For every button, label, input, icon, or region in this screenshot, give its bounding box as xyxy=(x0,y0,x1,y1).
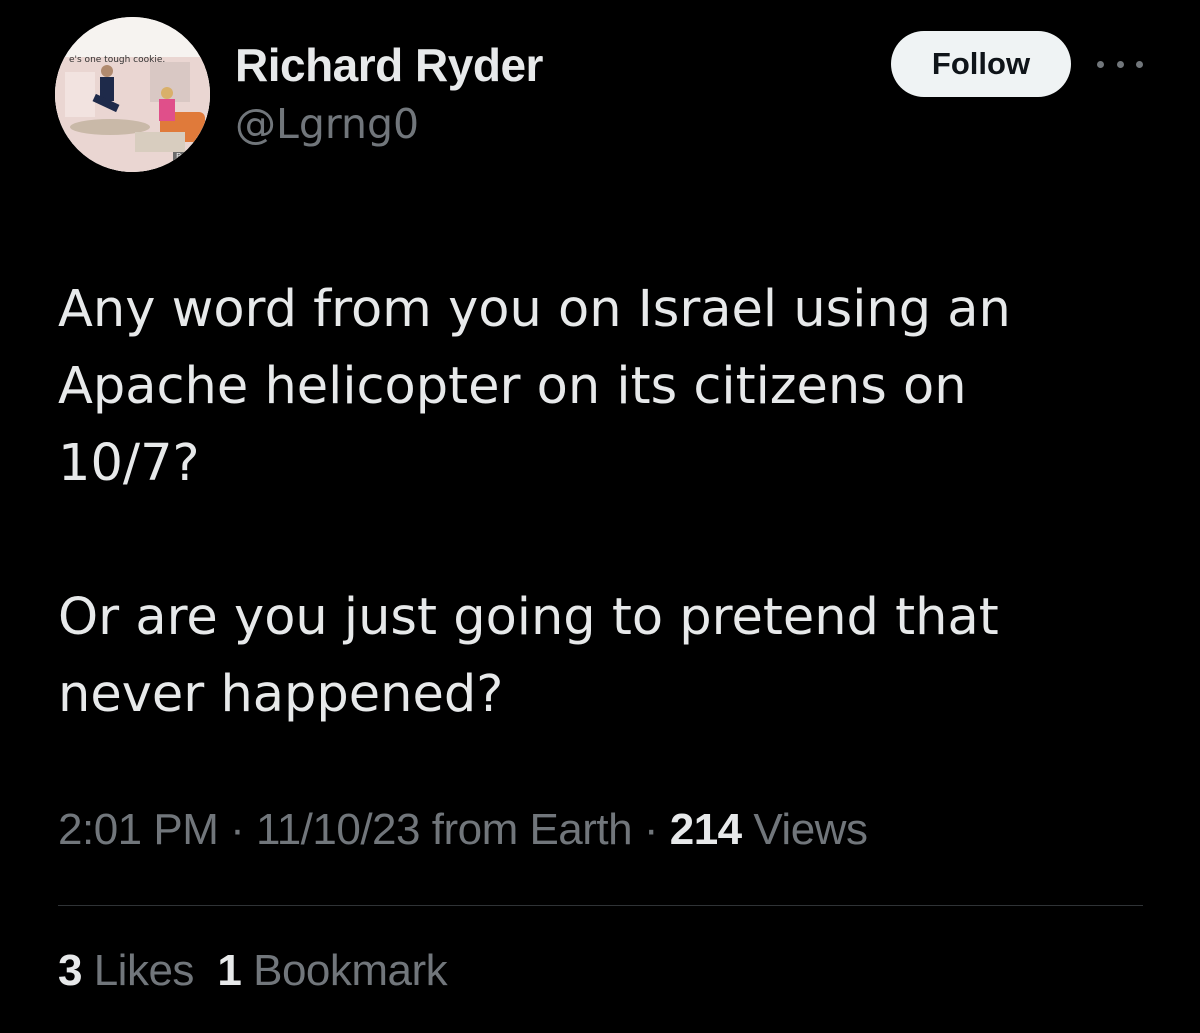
dot-icon xyxy=(1097,60,1104,68)
tweet-source: from Earth xyxy=(420,805,633,854)
avatar[interactable]: e's one tough cookie. BRAZZE xyxy=(55,17,210,172)
views-label: Views xyxy=(741,805,868,854)
avatar-watermark: BRAZZE xyxy=(173,152,210,161)
likes-label: Likes xyxy=(81,946,195,995)
more-horizontal-icon[interactable] xyxy=(1097,46,1143,82)
likes-stat[interactable]: 3 Likes xyxy=(58,946,194,995)
avatar-image xyxy=(55,17,210,172)
tweet-paragraph: Any word from you on Israel using an Apa… xyxy=(58,280,1011,493)
meta-separator: · xyxy=(218,805,256,854)
display-name[interactable]: Richard Ryder xyxy=(235,38,543,92)
user-handle[interactable]: @Lgrng0 xyxy=(235,100,419,148)
avatar-caption: e's one tough cookie. xyxy=(69,55,166,65)
dot-icon xyxy=(1116,60,1124,68)
tweet-detail: e's one tough cookie. BRAZZE Richard Ryd… xyxy=(0,0,1200,1033)
dot-icon xyxy=(1136,60,1143,68)
bookmarks-label: Bookmark xyxy=(241,946,448,995)
tweet-time[interactable]: 2:01 PM xyxy=(58,805,219,854)
tweet-date[interactable]: 11/10/23 xyxy=(256,805,421,854)
views-count: 214 xyxy=(669,805,742,854)
engagement-stats: 3 Likes 1 Bookmark xyxy=(58,946,448,996)
tweet-text: Any word from you on Israel using an Apa… xyxy=(58,271,1138,733)
likes-count: 3 xyxy=(58,946,82,995)
tweet-meta: 2:01 PM · 11/10/23 from Earth · 214 View… xyxy=(58,805,868,855)
bookmarks-count: 1 xyxy=(217,946,242,995)
divider xyxy=(58,905,1143,906)
bookmarks-stat[interactable]: 1 Bookmark xyxy=(217,946,447,995)
meta-separator: · xyxy=(632,805,670,854)
follow-button[interactable]: Follow xyxy=(891,31,1071,97)
tweet-paragraph: Or are you just going to pretend that ne… xyxy=(58,588,999,724)
